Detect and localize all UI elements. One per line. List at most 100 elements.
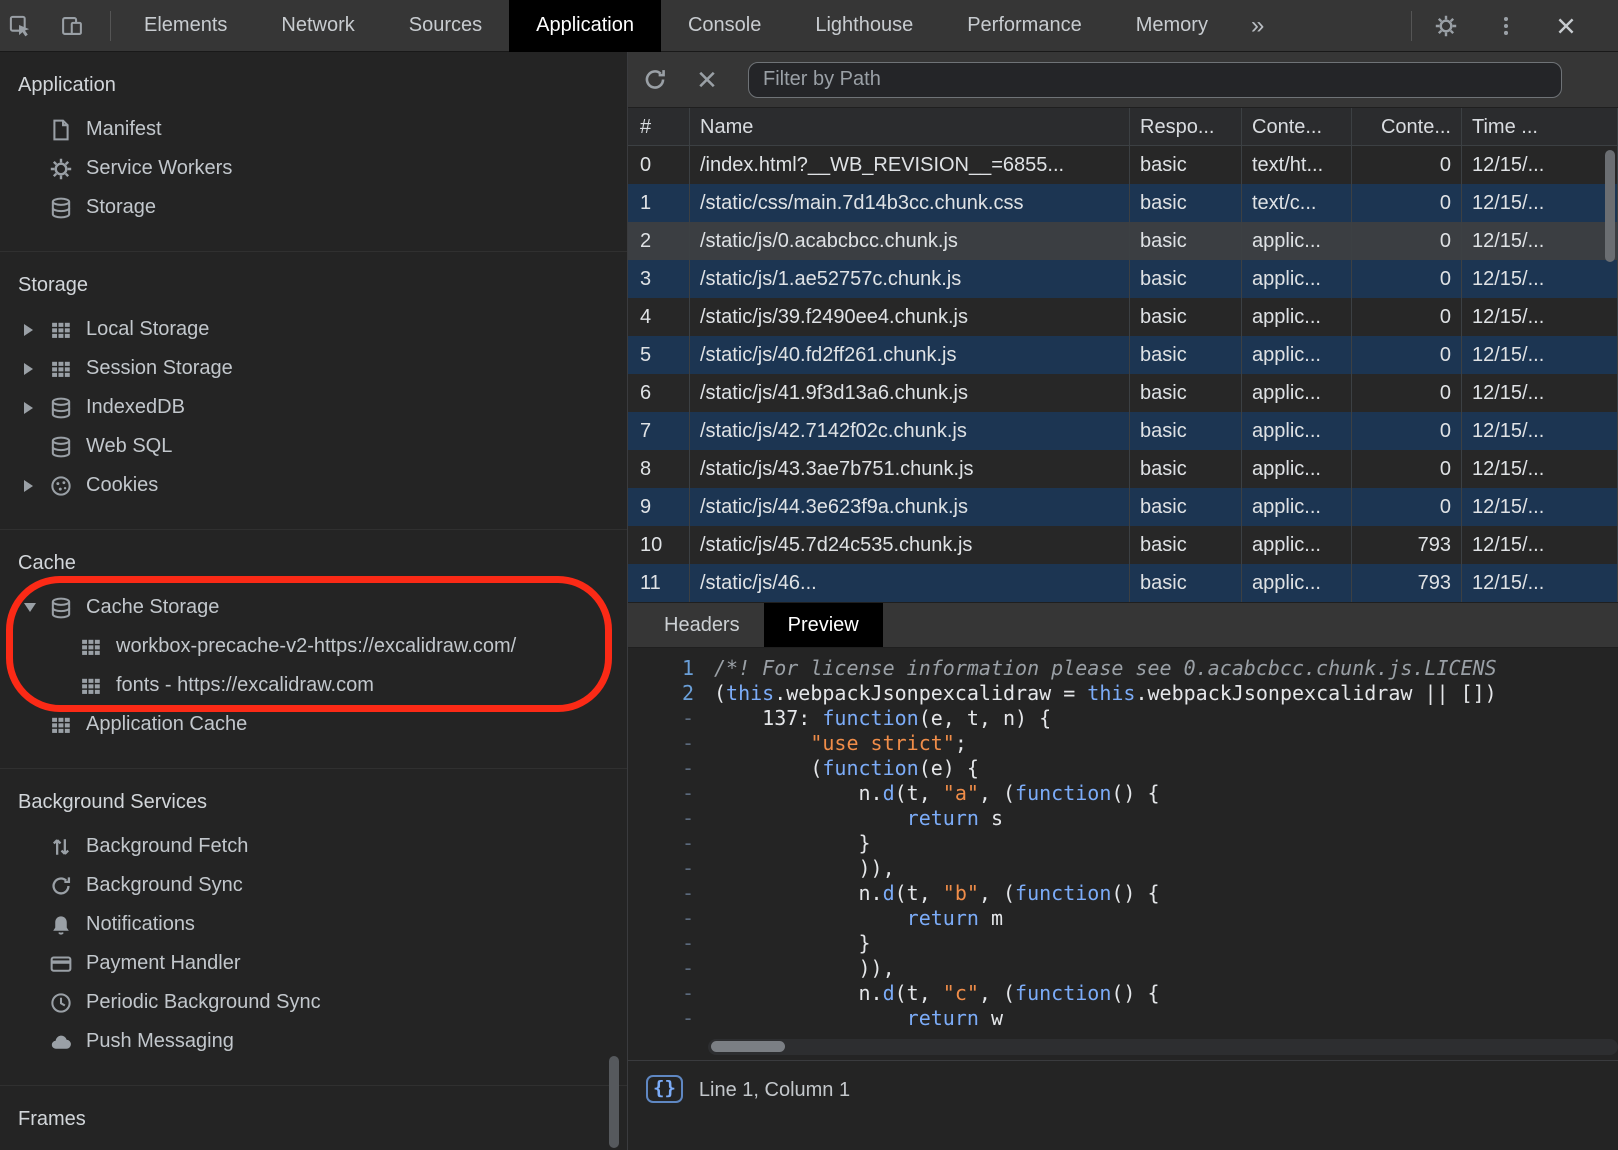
code-line: n.d(t, "b", (function() { — [714, 881, 1618, 906]
column-header-name[interactable]: Name — [690, 108, 1130, 145]
database-icon — [48, 395, 74, 421]
token-p: } — [714, 831, 871, 855]
cache-entry-row[interactable]: 3/static/js/1.ae52757c.chunk.jsbasicappl… — [628, 260, 1618, 298]
preview-tab-preview[interactable]: Preview — [764, 603, 883, 647]
cell-name: /static/js/44.3e623f9a.chunk.js — [690, 488, 1130, 526]
clear-icon — [694, 67, 720, 93]
token-p: ( — [714, 756, 822, 780]
sidebar-item-fonts-https-excalidraw-com[interactable]: fonts - https://excalidraw.com — [0, 666, 627, 705]
sidebar-scrollbar-thumb[interactable] — [609, 1056, 619, 1148]
cache-entry-row[interactable]: 9/static/js/44.3e623f9a.chunk.jsbasicapp… — [628, 488, 1618, 526]
tab-application[interactable]: Application — [509, 0, 661, 52]
item-label: Storage — [86, 196, 156, 219]
column-header-time[interactable]: Time ... — [1462, 108, 1618, 145]
expander-down-icon[interactable] — [24, 603, 48, 612]
sidebar-item-notifications[interactable]: Notifications — [0, 905, 627, 944]
datagrid-vertical-scrollbar-thumb[interactable] — [1605, 150, 1615, 262]
tab-console[interactable]: Console — [661, 0, 788, 52]
code-line: return w — [714, 1006, 1618, 1031]
sidebar-item-session-storage[interactable]: Session Storage — [0, 349, 627, 388]
cache-entry-row[interactable]: 4/static/js/39.f2490ee4.chunk.jsbasicapp… — [628, 298, 1618, 336]
item-label: Application Cache — [86, 713, 247, 736]
sidebar-item-background-fetch[interactable]: Background Fetch — [0, 827, 627, 866]
sidebar-item-push-messaging[interactable]: Push Messaging — [0, 1022, 627, 1061]
sidebar-item-web-sql[interactable]: Web SQL — [0, 427, 627, 466]
tab-performance[interactable]: Performance — [940, 0, 1109, 52]
table-icon — [78, 673, 104, 699]
cache-entry-row[interactable]: 11/static/js/46...basicapplic...79312/15… — [628, 564, 1618, 602]
expander-right-icon[interactable] — [24, 402, 48, 414]
column-header-conte[interactable]: Conte... — [1242, 108, 1352, 145]
cell-content-length: 0 — [1352, 450, 1462, 488]
sidebar-item-payment-handler[interactable]: Payment Handler — [0, 944, 627, 983]
clear-button[interactable] — [692, 59, 734, 101]
sidebar-item-local-storage[interactable]: Local Storage — [0, 310, 627, 349]
sidebar-item-background-sync[interactable]: Background Sync — [0, 866, 627, 905]
device-icon — [59, 13, 85, 39]
cell-content-length: 0 — [1352, 146, 1462, 184]
cell-response-type: basic — [1130, 146, 1242, 184]
filter-by-path-input[interactable] — [748, 62, 1562, 98]
cache-entry-row[interactable]: 7/static/js/42.7142f02c.chunk.jsbasicapp… — [628, 412, 1618, 450]
item-label: Session Storage — [86, 357, 233, 380]
device-button[interactable] — [52, 0, 104, 52]
token-s: "b" — [943, 881, 979, 905]
tab-memory[interactable]: Memory — [1109, 0, 1235, 52]
column-header-conte[interactable]: Conte... — [1352, 108, 1462, 145]
code-horizontal-scrollbar-thumb[interactable] — [711, 1041, 785, 1052]
sidebar-item-cookies[interactable]: Cookies — [0, 466, 627, 505]
close-button[interactable] — [1546, 0, 1598, 52]
token-k: function — [822, 756, 918, 780]
cache-entry-row[interactable]: 1/static/css/main.7d14b3cc.chunk.cssbasi… — [628, 184, 1618, 222]
cell-content-length: 0 — [1352, 222, 1462, 260]
tab-elements[interactable]: Elements — [117, 0, 254, 52]
item-label: Background Sync — [86, 874, 243, 897]
more-tabs-button[interactable]: » — [1235, 12, 1280, 40]
expander-right-icon[interactable] — [24, 324, 48, 336]
sidebar-item-storage[interactable]: Storage — [0, 188, 627, 227]
token-s: "c" — [943, 981, 979, 1005]
sidebar-section-storage: StorageLocal StorageSession StorageIndex… — [0, 252, 627, 530]
gutter-line: - — [628, 831, 694, 856]
sidebar-section-frames: Frames — [0, 1086, 627, 1150]
column-header-num[interactable]: # — [628, 108, 690, 145]
inspect-button[interactable] — [0, 0, 52, 52]
sidebar-item-service-workers[interactable]: Service Workers — [0, 149, 627, 188]
cache-entry-row[interactable]: 2/static/js/0.acabcbcc.chunk.jsbasicappl… — [628, 222, 1618, 260]
cache-entry-row[interactable]: 5/static/js/40.fd2ff261.chunk.jsbasicapp… — [628, 336, 1618, 374]
tab-lighthouse[interactable]: Lighthouse — [788, 0, 940, 52]
expander-right-icon[interactable] — [24, 480, 48, 492]
cache-entry-row[interactable]: 8/static/js/43.3ae7b751.chunk.jsbasicapp… — [628, 450, 1618, 488]
item-label: IndexedDB — [86, 396, 185, 419]
token-k: d — [883, 981, 895, 1005]
expander-right-icon[interactable] — [24, 363, 48, 375]
sidebar-item-manifest[interactable]: Manifest — [0, 110, 627, 149]
token-p: .webpackJsonpexcalidraw || []) — [1135, 681, 1496, 705]
tab-network[interactable]: Network — [254, 0, 381, 52]
settings-button[interactable] — [1426, 0, 1478, 52]
refresh-button[interactable] — [640, 59, 682, 101]
token-p: ; — [955, 731, 967, 755]
cache-entry-row[interactable]: 6/static/js/41.9f3d13a6.chunk.jsbasicapp… — [628, 374, 1618, 412]
main-toolbar: ElementsNetworkSourcesApplicationConsole… — [0, 0, 1618, 52]
code-line: )), — [714, 956, 1618, 981]
sidebar-item-cache-storage[interactable]: Cache Storage — [0, 588, 627, 627]
sidebar-item-periodic-background-sync[interactable]: Periodic Background Sync — [0, 983, 627, 1022]
token-p: (t, — [895, 781, 943, 805]
cell-num: 6 — [628, 374, 690, 412]
tab-sources[interactable]: Sources — [382, 0, 509, 52]
token-k: return — [907, 1006, 979, 1030]
gutter-line: - — [628, 981, 694, 1006]
sidebar-item-application-cache[interactable]: Application Cache — [0, 705, 627, 744]
cache-toolbar — [628, 52, 1618, 108]
column-header-respo[interactable]: Respo... — [1130, 108, 1242, 145]
cache-entry-row[interactable]: 0/index.html?__WB_REVISION__=6855...basi… — [628, 146, 1618, 184]
sidebar-item-workbox-precache-v2-https-excalidraw-com[interactable]: workbox-precache-v2-https://excalidraw.c… — [0, 627, 627, 666]
menu-button[interactable] — [1486, 0, 1538, 52]
code-line: 137: function(e, t, n) { — [714, 706, 1618, 731]
preview-status-bar: {} Line 1, Column 1 — [628, 1060, 1618, 1150]
item-label: Service Workers — [86, 157, 232, 180]
sidebar-item-indexeddb[interactable]: IndexedDB — [0, 388, 627, 427]
cache-entry-row[interactable]: 10/static/js/45.7d24c535.chunk.jsbasicap… — [628, 526, 1618, 564]
preview-tab-headers[interactable]: Headers — [640, 603, 764, 647]
